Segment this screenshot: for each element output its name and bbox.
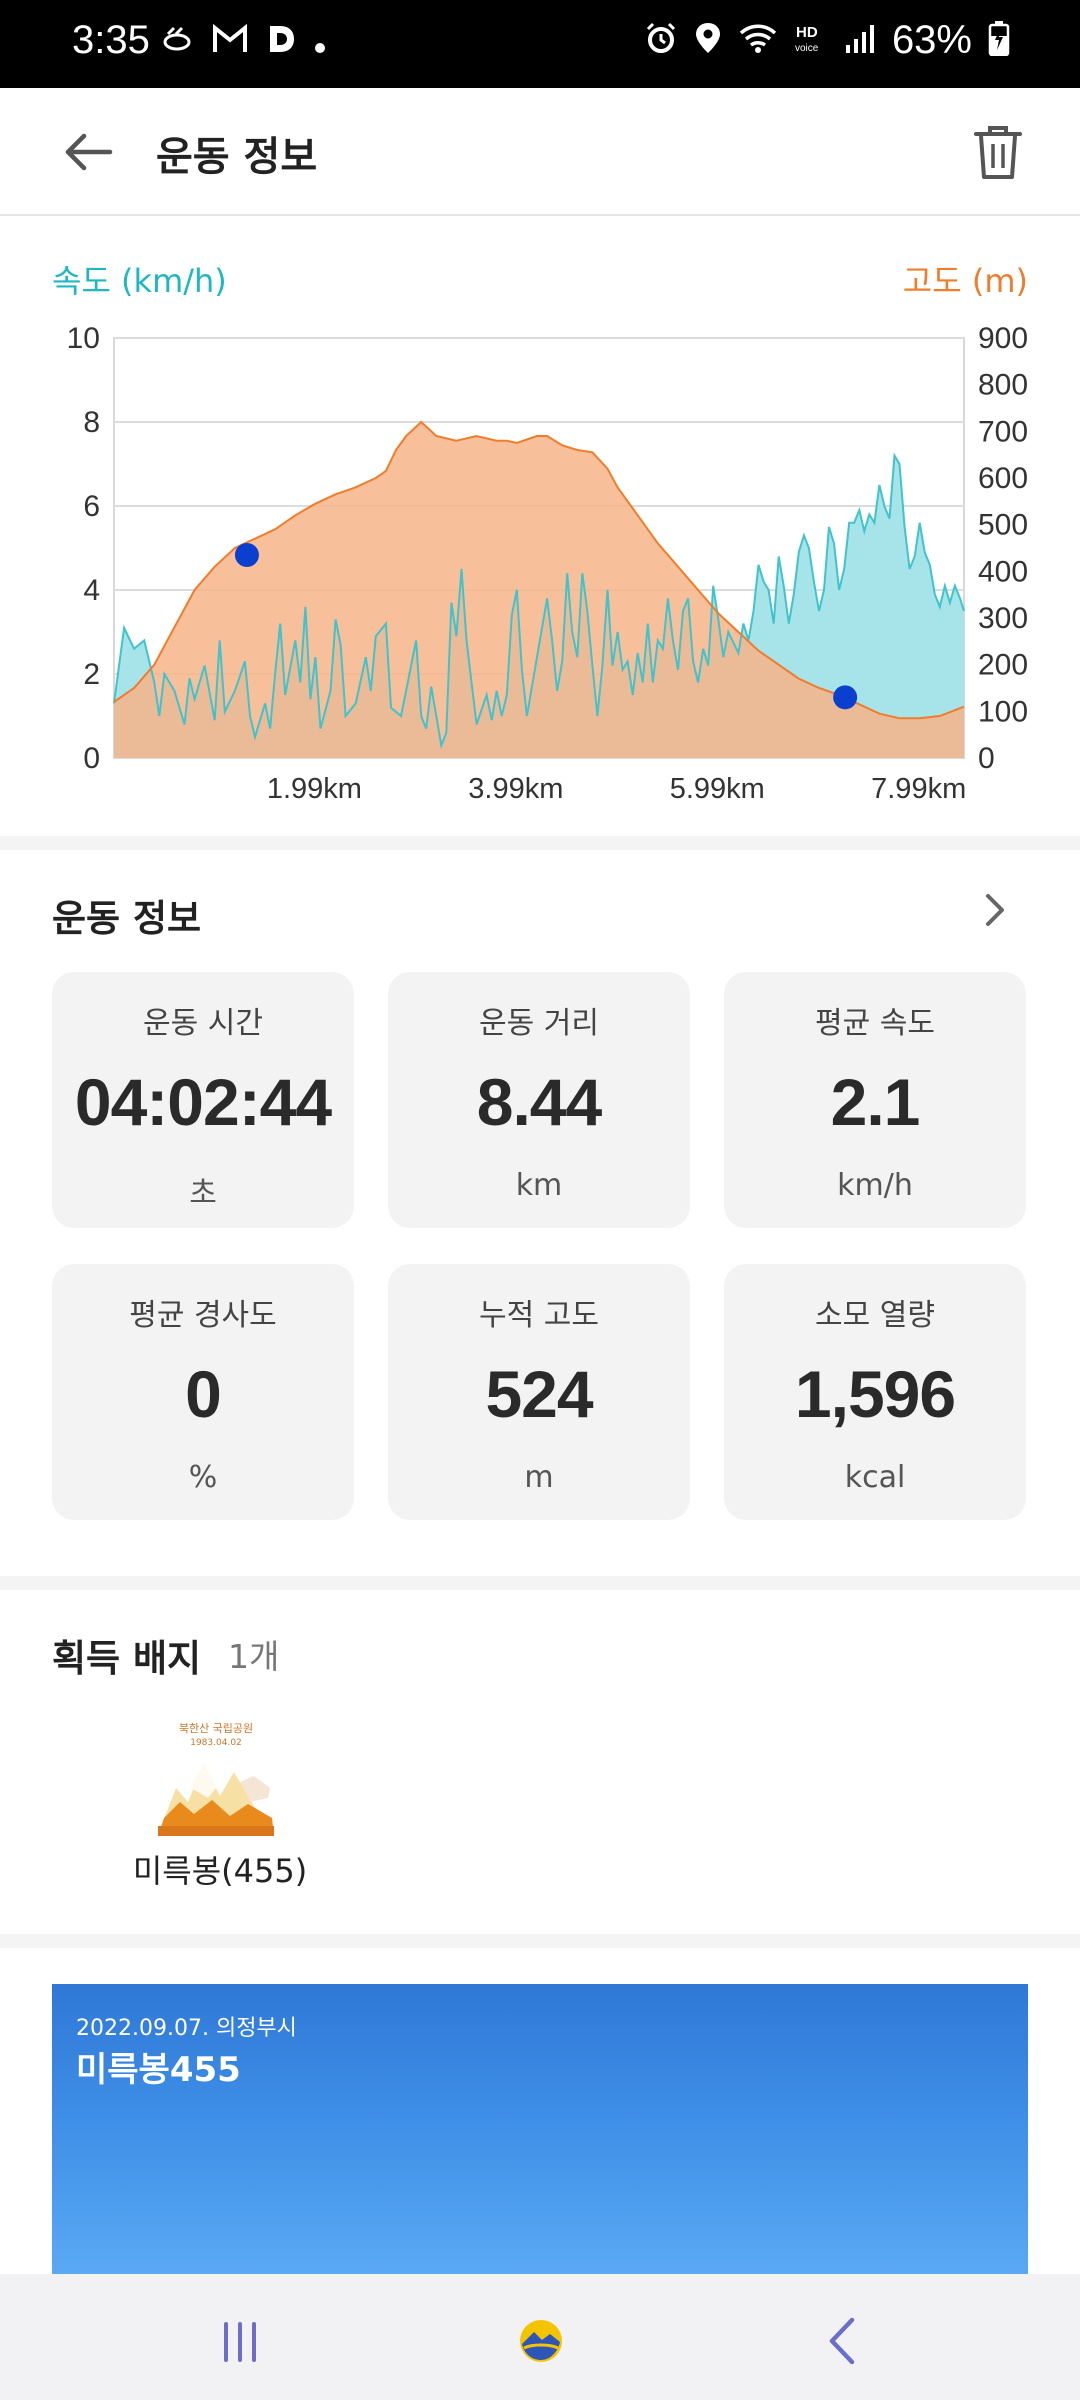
banner-date-location: 2022.09.07. 의정부시 [76,2016,297,2041]
left-tick-label: 6 [83,490,100,523]
right-tick-label: 200 [978,649,1028,682]
right-tick-label: 800 [978,369,1028,402]
badge-emblem-text-2: 1983.04.02 [190,1738,242,1748]
walk-icon [160,22,194,67]
svg-text:voice: voice [795,43,819,54]
status-time: 3:35 [72,18,150,62]
hd-voice-icon: HD voice [794,21,828,60]
battery-charging-icon [988,20,1010,61]
stat-label: 누적 고도 [479,1298,599,1333]
arrow-left-icon[interactable] [60,124,116,180]
stat-unit: 초 [189,1176,217,1211]
right-tick-label: 100 [978,695,1028,728]
x-tick-label: 3.99km [468,773,563,805]
wifi-icon [738,21,778,60]
position-marker-2 [833,685,858,710]
stat-value: 524 [485,1357,593,1431]
stat-label: 평균 속도 [815,1006,935,1041]
d-app-icon [266,23,296,66]
left-tick-label: 0 [83,742,100,775]
stat-card: 소모 열량 1,596 kcal [724,1264,1026,1520]
stat-value: 04:02:44 [74,1065,332,1139]
workout-section-title: 운동 정보 [52,897,202,940]
right-tick-label: 700 [978,415,1028,448]
app-bar: 운동 정보 [0,88,1080,216]
gmail-icon [212,23,248,65]
hike-banner[interactable]: 2022.09.07. 의정부시 미륵봉455 [52,1984,1028,2274]
system-nav-bar [0,2274,1080,2400]
stat-value: 2.1 [830,1065,921,1139]
badge-name: 미륵봉(455) [132,1852,308,1890]
left-tick-label: 4 [83,574,100,607]
stat-value: 0 [185,1357,222,1431]
speed-altitude-chart: 속도 (km/h) 고도 (m) 0 2 4 6 8 10 0 100 200 300 400 500… [0,216,1080,836]
banner-mountain-name: 미륵봉455 [76,2050,241,2090]
page-title: 운동 정보 [156,134,318,180]
section-divider [0,1934,1080,1948]
x-tick-label: 5.99km [670,773,765,805]
alarm-icon [644,21,678,60]
right-tick-label: 500 [978,509,1028,542]
recent-apps-icon[interactable] [220,2320,260,2364]
stat-card: 평균 속도 2.1 km/h [724,972,1026,1228]
stat-value: 1,596 [794,1357,956,1431]
right-tick-label: 600 [978,462,1028,495]
mountain-badge-icon[interactable]: 북한산 국립공원 1983.04.02 [150,1718,282,1842]
left-tick-label: 10 [67,322,100,355]
stat-label: 소모 열량 [815,1298,935,1333]
stat-card: 평균 경사도 0% [52,1264,354,1520]
section-divider [0,1576,1080,1590]
stat-label: 운동 시간 [143,1006,263,1041]
stat-label: 운동 거리 [479,1006,599,1041]
stat-value: 8.44 [476,1065,602,1139]
left-tick-label: 8 [83,406,100,439]
battery-percent: 63% [891,18,972,62]
stat-unit: m [524,1460,554,1495]
trash-icon[interactable] [972,122,1024,182]
right-tick-label: 400 [978,555,1028,588]
x-tick-label: 7.99km [871,773,966,805]
right-tick-label: 0 [978,742,995,775]
nav-back-icon[interactable] [820,2316,864,2366]
dot-icon [314,25,326,65]
position-marker-1 [234,543,259,567]
status-bar: 3:35 HD voice 63% [0,0,1080,88]
chevron-right-icon[interactable] [974,890,1014,930]
chart-plot[interactable]: 024681001002003004005006007008009001.99k… [0,296,1080,826]
home-app-icon[interactable] [518,2318,564,2364]
right-tick-label: 300 [978,602,1028,635]
x-tick-label: 1.99km [267,773,362,805]
stat-unit: km/h [837,1168,913,1203]
left-tick-label: 2 [83,658,100,691]
section-divider [0,836,1080,850]
stat-unit: kcal [844,1460,906,1495]
badges-section-title: 획득 배지 [52,1637,202,1680]
location-icon [694,21,722,60]
stat-card: 누적 고도 524 m [388,1264,690,1520]
svg-text:HD: HD [796,24,818,41]
badge-count: 1개 [228,1637,280,1676]
stat-unit: km [515,1168,563,1203]
stat-card: 운동 시간 04:02:44 초 [52,972,354,1228]
signal-icon [844,21,876,60]
stat-unit: % [188,1460,218,1495]
badge-emblem-text-1: 북한산 국립공원 [179,1722,253,1735]
stat-label: 평균 경사도 [129,1298,277,1333]
stat-card: 운동 거리 8.44 km [388,972,690,1228]
right-tick-label: 900 [978,322,1028,355]
